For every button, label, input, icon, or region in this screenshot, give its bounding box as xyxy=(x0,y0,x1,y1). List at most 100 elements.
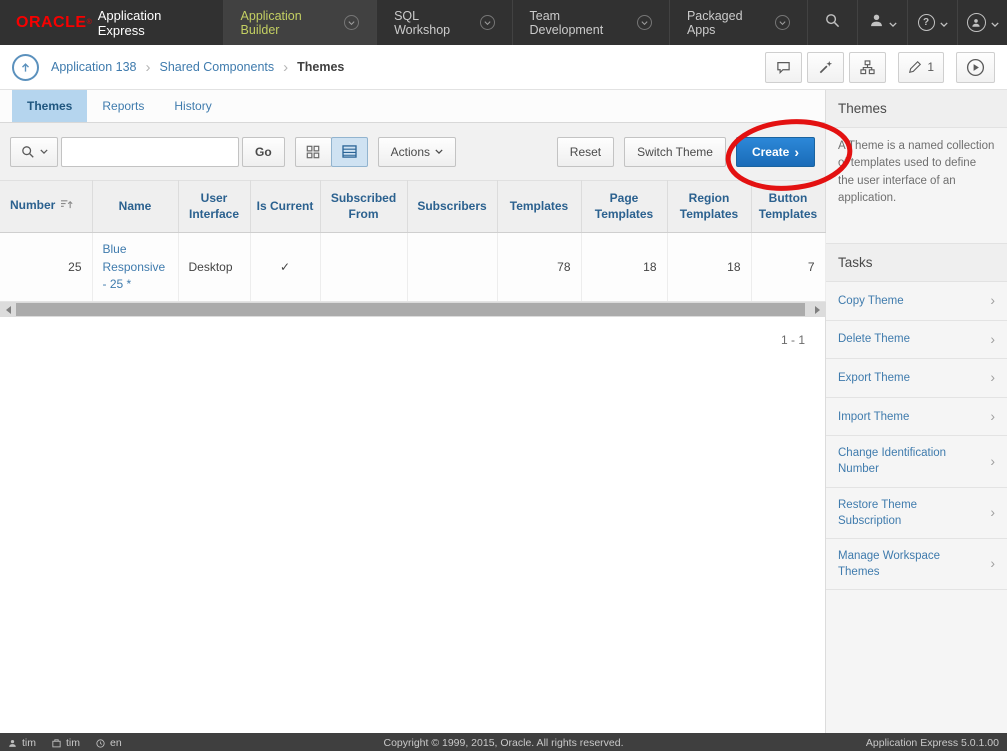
task-export-theme[interactable]: Export Theme › xyxy=(826,359,1007,398)
cell-user-interface: Desktop xyxy=(178,233,250,302)
switch-theme-button[interactable]: Switch Theme xyxy=(624,137,726,167)
column-header-user-interface[interactable]: User Interface xyxy=(178,181,250,233)
workspace-icon xyxy=(52,739,61,748)
task-label: Copy Theme xyxy=(838,293,904,309)
chevron-down-icon xyxy=(435,149,443,154)
column-header-page-templates[interactable]: Page Templates xyxy=(581,181,667,233)
column-label: User Interface xyxy=(189,191,239,221)
task-restore-theme-subscription[interactable]: Restore Theme Subscription › xyxy=(826,488,1007,539)
pagination-label: 1 - 1 xyxy=(0,317,825,363)
column-header-button-templates[interactable]: Button Templates xyxy=(751,181,825,233)
search-column-selector[interactable] xyxy=(10,137,58,167)
column-header-region-templates[interactable]: Region Templates xyxy=(667,181,751,233)
nav-tab-team-development[interactable]: Team Development xyxy=(512,0,669,45)
nav-tab-sql-workshop[interactable]: SQL Workshop xyxy=(376,0,511,45)
task-label: Change Identification Number xyxy=(838,445,982,477)
account-menu-button[interactable] xyxy=(957,0,1007,45)
tab-history[interactable]: History xyxy=(159,90,226,122)
breadcrumb-shared-components[interactable]: Shared Components xyxy=(159,60,274,74)
registered-mark: ® xyxy=(87,19,92,26)
tab-reports[interactable]: Reports xyxy=(87,90,159,122)
chevron-down-icon xyxy=(940,14,948,32)
scroll-right-arrow[interactable] xyxy=(809,302,825,317)
footer-workspace[interactable]: tim xyxy=(52,737,80,749)
clock-icon xyxy=(96,739,105,748)
apex-themes-page: ORACLE ® Application Express Application… xyxy=(0,0,1007,751)
actions-menu-button[interactable]: Actions xyxy=(378,137,456,167)
chevron-right-icon: › xyxy=(990,330,995,350)
edit-page-button[interactable]: 1 xyxy=(898,52,944,83)
chevron-down-icon xyxy=(889,14,897,32)
nav-tab-label: Application Builder xyxy=(241,9,336,37)
column-header-name[interactable]: Name xyxy=(92,181,178,233)
cell-region-templates: 18 xyxy=(667,233,751,302)
search-icon xyxy=(825,13,840,33)
nav-tab-packaged-apps[interactable]: Packaged Apps xyxy=(669,0,807,45)
about-panel: Themes A Theme is a named collection of … xyxy=(826,90,1007,219)
utilities-button[interactable] xyxy=(807,52,844,83)
task-import-theme[interactable]: Import Theme › xyxy=(826,398,1007,437)
task-change-identification-number[interactable]: Change Identification Number › xyxy=(826,436,1007,487)
column-header-templates[interactable]: Templates xyxy=(497,181,581,233)
right-sidebar: Themes A Theme is a named collection of … xyxy=(825,90,1007,733)
table-row: 25 Blue Responsive - 25 * Desktop ✓ 78 1… xyxy=(0,233,825,302)
tab-themes[interactable]: Themes xyxy=(12,90,87,122)
administration-menu-button[interactable] xyxy=(857,0,907,45)
footer-language[interactable]: en xyxy=(96,737,122,749)
user-icon xyxy=(8,739,17,748)
icon-view-button[interactable] xyxy=(295,137,332,167)
report-view-button[interactable] xyxy=(331,137,368,167)
create-label: Create xyxy=(752,145,789,159)
breadcrumb-separator-icon: › xyxy=(283,59,288,76)
task-label: Export Theme xyxy=(838,370,910,386)
scroll-left-arrow[interactable] xyxy=(0,302,16,317)
feedback-button[interactable] xyxy=(765,52,802,83)
footer-version: Application Express 5.0.1.00 xyxy=(866,737,999,749)
footer-user[interactable]: tim xyxy=(8,737,36,749)
search-button[interactable] xyxy=(807,0,857,45)
column-header-is-current[interactable]: Is Current xyxy=(250,181,320,233)
pencil-icon xyxy=(908,60,922,74)
search-input[interactable] xyxy=(61,137,239,167)
nav-tab-application-builder[interactable]: Application Builder xyxy=(223,0,377,45)
theme-name-link[interactable]: Blue Responsive - 25 * xyxy=(103,241,168,293)
cell-templates: 78 xyxy=(497,233,581,302)
footer-workspace-label: tim xyxy=(66,737,80,749)
column-label: Region Templates xyxy=(680,191,738,221)
task-copy-theme[interactable]: Copy Theme › xyxy=(826,282,1007,321)
horizontal-scrollbar[interactable] xyxy=(0,302,825,317)
column-label: Is Current xyxy=(257,199,314,213)
column-label: Number xyxy=(10,198,55,212)
column-label: Name xyxy=(119,199,152,213)
nav-tab-label: Team Development xyxy=(530,9,628,37)
account-icon xyxy=(967,13,986,32)
reset-button[interactable]: Reset xyxy=(557,137,614,167)
chevron-right-icon: › xyxy=(990,291,995,311)
task-manage-workspace-themes[interactable]: Manage Workspace Themes › xyxy=(826,539,1007,590)
create-button[interactable]: Create › xyxy=(736,137,815,167)
page-action-buttons: 1 xyxy=(760,52,995,83)
cell-subscribed-from xyxy=(320,233,407,302)
chevron-right-icon: › xyxy=(990,368,995,388)
chevron-right-icon: › xyxy=(794,144,799,160)
breadcrumb-separator-icon: › xyxy=(145,59,150,76)
table-header-row: Number Name User Interface Is Current Su… xyxy=(0,181,825,233)
column-header-subscribers[interactable]: Subscribers xyxy=(407,181,497,233)
top-navigation-bar: ORACLE ® Application Express Application… xyxy=(0,0,1007,45)
run-application-button[interactable] xyxy=(956,52,995,83)
task-delete-theme[interactable]: Delete Theme › xyxy=(826,321,1007,360)
column-header-number[interactable]: Number xyxy=(0,181,92,233)
task-label: Import Theme xyxy=(838,409,909,425)
product-name: Application Express xyxy=(98,8,207,38)
breadcrumb-bar: Application 138 › Shared Components › Th… xyxy=(0,45,1007,90)
cell-number: 25 xyxy=(0,233,92,302)
column-header-subscribed-from[interactable]: Subscribed From xyxy=(320,181,407,233)
scrollbar-thumb[interactable] xyxy=(16,303,805,316)
play-circle-icon xyxy=(966,58,985,77)
up-level-button[interactable] xyxy=(12,54,39,81)
go-button[interactable]: Go xyxy=(242,137,285,167)
help-menu-button[interactable]: ? xyxy=(907,0,957,45)
shared-components-button[interactable] xyxy=(849,52,886,83)
breadcrumb-application[interactable]: Application 138 xyxy=(51,60,136,74)
page-footer: tim tim en Copyright © 1999, 2015, Oracl… xyxy=(0,733,1007,751)
